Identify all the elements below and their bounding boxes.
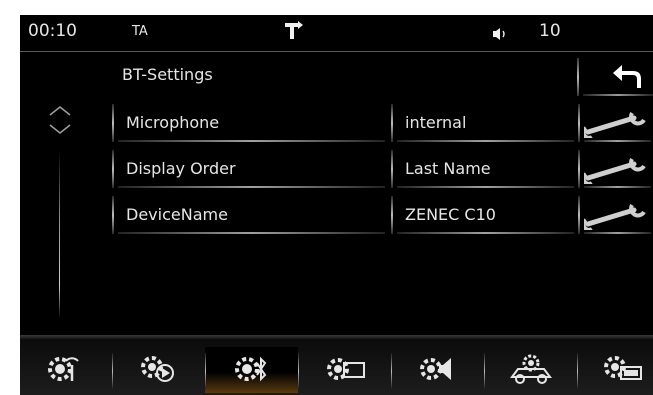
gear-car-icon — [510, 354, 552, 384]
setting-label: Microphone — [126, 113, 220, 132]
tab-audio-settings[interactable] — [391, 347, 484, 393]
tab-vehicle-settings[interactable] — [484, 347, 577, 393]
tab-radio-settings[interactable] — [20, 347, 112, 393]
setting-label-cell[interactable]: DeviceName — [112, 196, 387, 234]
setting-label: DeviceName — [126, 205, 228, 224]
edit-setting-button[interactable] — [578, 150, 653, 188]
tab-media-settings[interactable] — [112, 347, 205, 393]
setting-label: Display Order — [126, 159, 236, 178]
turn-right-arrow-icon[interactable] — [284, 19, 312, 45]
volume-level: 10 — [539, 21, 561, 41]
gear-antenna-icon — [48, 357, 79, 381]
gear-speaker-icon — [420, 358, 451, 380]
scroll-track — [59, 149, 60, 319]
wrench-icon — [581, 156, 650, 188]
setting-value-cell[interactable]: Last Name — [391, 150, 576, 188]
setting-label-cell[interactable]: Microphone — [112, 104, 387, 142]
back-arrow-icon — [611, 64, 641, 94]
up-down-chevron-icon[interactable] — [47, 103, 73, 141]
tab-bluetooth-settings[interactable] — [205, 347, 298, 393]
wrench-icon — [581, 202, 650, 234]
setting-value: internal — [405, 113, 467, 132]
setting-label-cell[interactable]: Display Order — [112, 150, 387, 188]
settings-row-display-order: Display Order Last Name — [112, 150, 653, 188]
page-title: BT-Settings — [122, 65, 213, 84]
tab-display-settings[interactable] — [577, 347, 653, 393]
scroll-bar[interactable] — [42, 99, 78, 319]
speaker-icon[interactable] — [492, 26, 508, 45]
edit-setting-button[interactable] — [578, 196, 653, 234]
edit-setting-button[interactable] — [578, 104, 653, 142]
settings-row-microphone: Microphone internal — [112, 104, 653, 142]
setting-value-cell[interactable]: ZENEC C10 — [391, 196, 576, 234]
gear-bluetooth-icon — [235, 356, 267, 382]
clock: 00:10 — [28, 21, 77, 41]
bottom-tab-bar — [20, 335, 653, 395]
head-unit-screen: 00:10 TA 10 BT-Settings Microphone inter… — [20, 15, 653, 395]
tab-screen-settings[interactable] — [298, 347, 391, 393]
setting-value: ZENEC C10 — [405, 205, 496, 224]
back-button[interactable] — [577, 58, 653, 96]
status-divider — [20, 51, 653, 52]
ta-indicator[interactable]: TA — [132, 24, 148, 39]
status-bar: 00:10 TA 10 — [20, 15, 653, 52]
gear-screen-icon — [327, 358, 365, 380]
gear-play-icon — [141, 356, 174, 382]
gear-display-icon — [604, 356, 642, 380]
setting-value-cell[interactable]: internal — [391, 104, 576, 142]
wrench-icon — [581, 110, 650, 142]
settings-row-device-name: DeviceName ZENEC C10 — [112, 196, 653, 234]
setting-value: Last Name — [405, 159, 491, 178]
